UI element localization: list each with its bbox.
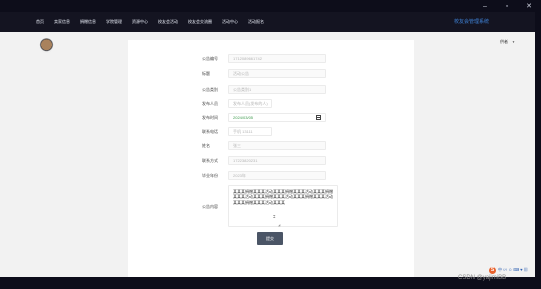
publish-time-field[interactable]: 2024/03/05 — [228, 113, 326, 122]
contact-method-field[interactable]: 17223820231 — [228, 156, 326, 165]
label-contact-phone: 联系电话 — [202, 129, 218, 134]
nav-item-alumni-activity[interactable]: 校友会活动 — [158, 19, 178, 25]
contact-phone-field[interactable]: 手机 13111 — [228, 127, 272, 136]
user-menu[interactable]: 供者 ▼ — [500, 39, 515, 45]
user-name: 供者 — [500, 39, 508, 44]
label-publisher: 发布人员 — [202, 101, 218, 106]
name-field[interactable]: 张三 — [228, 141, 326, 150]
close-button[interactable]: ✕ — [525, 2, 533, 10]
top-navbar: 首页 卖家信息 捐赠信息 学院管理 资源中心 校友会活动 校友会交流圈 活动中心… — [0, 12, 541, 32]
resize-handle-icon[interactable]: ◢ — [278, 223, 280, 227]
label-graduation-year: 毕业年份 — [202, 173, 218, 178]
window-edge — [535, 12, 541, 277]
publish-time-value: 2024/03/05 — [233, 115, 254, 120]
notice-content-textarea[interactable]: 某某某捐赠某某某活动某某某捐赠某某某活动某某某捐赠某某某活动某某某捐赠某某某活动… — [228, 185, 338, 227]
graduation-year-field[interactable]: 2023年 — [228, 171, 326, 180]
label-notice-content: 公告内容 — [202, 204, 218, 209]
label-contact-method: 联系方式 — [202, 158, 218, 163]
label-notice-category: 公告类别 — [202, 87, 218, 92]
maximize-button[interactable]: ▫ — [503, 3, 511, 10]
text-cursor-icon: ⌶ — [273, 214, 276, 219]
nav-item-seller-info[interactable]: 卖家信息 — [54, 19, 70, 25]
tray-icons[interactable]: 中 ∽ ☺ ⌨ ♥ ▦ — [498, 267, 528, 273]
nav-menu: 首页 卖家信息 捐赠信息 学院管理 资源中心 校友会活动 校友会交流圈 活动中心… — [36, 12, 264, 32]
sogou-input-icon[interactable]: S — [489, 266, 496, 274]
label-publish-time: 发布时间 — [202, 115, 218, 120]
label-notice-id: 公告编号 — [202, 56, 218, 61]
calendar-icon[interactable] — [316, 115, 321, 120]
label-title: 标题 — [202, 71, 210, 76]
nav-item-activity-center[interactable]: 活动中心 — [222, 19, 238, 25]
nav-item-home[interactable]: 首页 — [36, 19, 44, 25]
nav-item-activity-signup[interactable]: 活动报名 — [248, 19, 264, 25]
avatar[interactable] — [39, 38, 54, 53]
watermark: CSDN @yajimiBB — [458, 275, 507, 281]
title-field[interactable]: 活动公告 — [228, 69, 326, 78]
nav-item-donation[interactable]: 捐赠信息 — [80, 19, 96, 25]
notice-category-field[interactable]: 公告类别1 — [228, 85, 326, 94]
notice-id-field[interactable]: 1712089661742 — [228, 54, 326, 63]
chevron-down-icon: ▼ — [512, 40, 515, 44]
minimize-button[interactable]: – — [481, 3, 489, 10]
window-controls: – ▫ ✕ — [481, 0, 533, 12]
window-titlebar: – ▫ ✕ — [0, 0, 541, 12]
nav-item-alumni-circle[interactable]: 校友会交流圈 — [188, 19, 212, 25]
brand-title: 校友会管理系统 — [453, 19, 489, 25]
input-method-tray: S 中 ∽ ☺ ⌨ ♥ ▦ — [489, 266, 528, 274]
publisher-field[interactable]: 发布人员(发布的人) — [228, 99, 272, 108]
nav-item-resources[interactable]: 资源中心 — [132, 19, 148, 25]
label-name: 姓名 — [202, 143, 210, 148]
submit-button[interactable]: 提交 — [257, 232, 283, 245]
nav-item-college[interactable]: 学院管理 — [106, 19, 122, 25]
